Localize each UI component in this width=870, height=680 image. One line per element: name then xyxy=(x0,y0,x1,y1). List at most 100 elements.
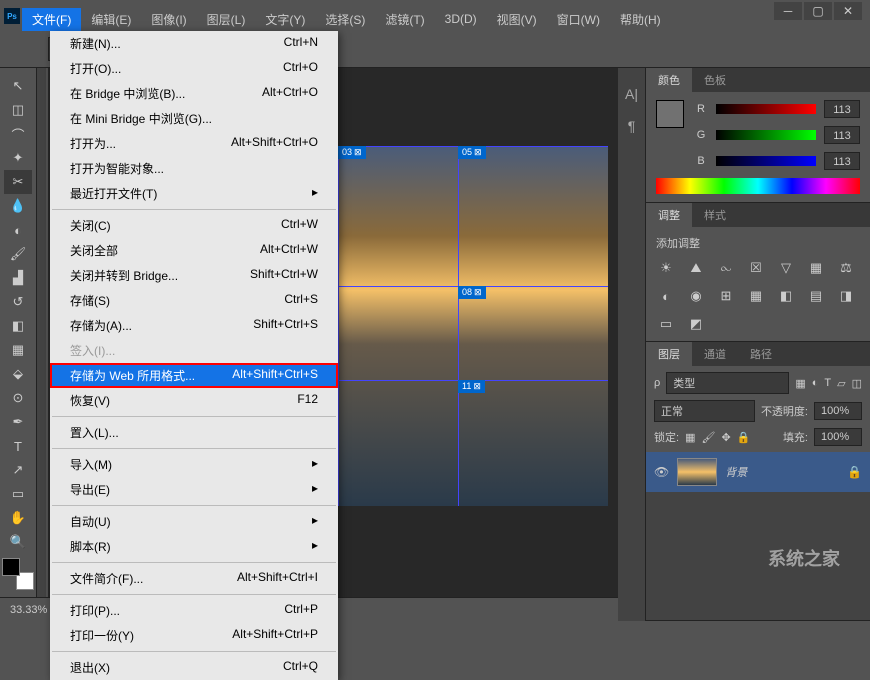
lock-transparency-icon[interactable]: ▦ xyxy=(685,431,695,444)
r-value[interactable]: 113 xyxy=(824,100,860,118)
tab-styles[interactable]: 样式 xyxy=(692,203,738,227)
menu-4[interactable]: 文字(Y) xyxy=(255,8,315,31)
menu-item[interactable]: 打印一份(Y)Alt+Shift+Ctrl+P xyxy=(50,623,338,648)
heal-tool[interactable]: ◐ xyxy=(4,218,32,242)
selective-color-icon[interactable]: ◩ xyxy=(686,315,706,333)
shape-tool[interactable]: ▭ xyxy=(4,482,32,506)
color-lookup-icon[interactable]: ▦ xyxy=(746,287,766,305)
menu-item[interactable]: 关闭全部Alt+Ctrl+W xyxy=(50,238,338,263)
path-select-tool[interactable]: ↗ xyxy=(4,458,32,482)
lock-pixels-icon[interactable]: 🖌 xyxy=(701,431,715,444)
menu-item[interactable]: 打印(P)...Ctrl+P xyxy=(50,598,338,623)
pen-tool[interactable]: ✒ xyxy=(4,410,32,434)
eraser-tool[interactable]: ◧ xyxy=(4,314,32,338)
menu-item[interactable]: 存储(S)Ctrl+S xyxy=(50,288,338,313)
menu-6[interactable]: 滤镜(T) xyxy=(375,8,434,31)
filter-pixel-icon[interactable]: ▦ xyxy=(795,377,805,390)
gradient-tool[interactable]: ▦ xyxy=(4,338,32,362)
menu-item[interactable]: 最近打开文件(T)▸ xyxy=(50,181,338,206)
tab-swatches[interactable]: 色板 xyxy=(692,68,738,92)
color-swatches[interactable] xyxy=(2,558,34,590)
menu-item[interactable]: 在 Bridge 中浏览(B)...Alt+Ctrl+O xyxy=(50,81,338,106)
menu-item[interactable]: 导入(M)▸ xyxy=(50,452,338,477)
eyedropper-tool[interactable]: 💧 xyxy=(4,194,32,218)
lasso-tool[interactable]: ⌒ xyxy=(4,122,32,146)
menu-item[interactable]: 退出(X)Ctrl+Q xyxy=(50,655,338,680)
fg-color-swatch[interactable] xyxy=(2,558,20,576)
close-button[interactable]: ✕ xyxy=(834,2,862,20)
brush-tool[interactable]: 🖌 xyxy=(4,242,32,266)
marquee-tool[interactable]: ◫ xyxy=(4,98,32,122)
move-tool[interactable]: ↖ xyxy=(4,74,32,98)
lock-position-icon[interactable]: ✥ xyxy=(721,431,730,444)
levels-icon[interactable]: ⛰ xyxy=(686,259,706,277)
menu-item[interactable]: 置入(L)... xyxy=(50,420,338,445)
quick-select-tool[interactable]: ✦ xyxy=(4,146,32,170)
hue-icon[interactable]: ▦ xyxy=(806,259,826,277)
layer-row[interactable]: 👁 背景 🔒 xyxy=(646,452,870,492)
type-tool[interactable]: T xyxy=(4,434,32,458)
menu-item[interactable]: 打开(O)...Ctrl+O xyxy=(50,56,338,81)
opacity-value[interactable]: 100% xyxy=(814,402,862,420)
current-color-swatch[interactable] xyxy=(656,100,684,128)
exposure-icon[interactable]: ☒ xyxy=(746,259,766,277)
filter-shape-icon[interactable]: ▱ xyxy=(837,377,845,390)
tab-adjustments[interactable]: 调整 xyxy=(646,203,692,227)
lock-all-icon[interactable]: 🔒 xyxy=(737,431,751,444)
slice-badge[interactable]: 11 ⊠ xyxy=(458,380,485,393)
b-slider[interactable] xyxy=(716,156,816,166)
maximize-button[interactable]: ▢ xyxy=(804,2,832,20)
menu-item[interactable]: 新建(N)...Ctrl+N xyxy=(50,31,338,56)
blend-mode-select[interactable]: 正常 xyxy=(654,400,755,422)
layer-thumbnail[interactable] xyxy=(677,458,717,486)
menu-item[interactable]: 自动(U)▸ xyxy=(50,509,338,534)
curves-icon[interactable]: ⧜ xyxy=(716,259,736,277)
slice-badge[interactable]: 03 ⊠ xyxy=(338,146,366,159)
hand-tool[interactable]: ✋ xyxy=(4,506,32,530)
menu-item[interactable]: 脚本(R)▸ xyxy=(50,534,338,559)
bw-icon[interactable]: ◐ xyxy=(656,287,676,305)
menu-item[interactable]: 文件简介(F)...Alt+Shift+Ctrl+I xyxy=(50,566,338,591)
menu-item[interactable]: 存储为 Web 所用格式...Alt+Shift+Ctrl+S xyxy=(50,363,338,388)
posterize-icon[interactable]: ▤ xyxy=(806,287,826,305)
menu-item[interactable]: 在 Mini Bridge 中浏览(G)... xyxy=(50,106,338,131)
slice-badge[interactable]: 08 ⊠ xyxy=(458,286,486,299)
menu-7[interactable]: 3D(D) xyxy=(435,9,487,29)
r-slider[interactable] xyxy=(716,104,816,114)
brightness-icon[interactable]: ☀ xyxy=(656,259,676,277)
blur-tool[interactable]: ⬙ xyxy=(4,362,32,386)
channel-mixer-icon[interactable]: ⊞ xyxy=(716,287,736,305)
fill-value[interactable]: 100% xyxy=(814,428,862,446)
tab-color[interactable]: 颜色 xyxy=(646,68,692,92)
g-value[interactable]: 113 xyxy=(824,126,860,144)
minimize-button[interactable]: ─ xyxy=(774,2,802,20)
character-panel-icon[interactable]: A| xyxy=(625,86,638,102)
menu-item[interactable]: 打开为...Alt+Shift+Ctrl+O xyxy=(50,131,338,156)
layer-filter-select[interactable]: 类型 xyxy=(666,372,789,394)
threshold-icon[interactable]: ◨ xyxy=(836,287,856,305)
menu-0[interactable]: 文件(F) xyxy=(22,8,81,31)
menu-item[interactable]: 导出(E)▸ xyxy=(50,477,338,502)
filter-adjust-icon[interactable]: ◐ xyxy=(812,377,819,389)
menu-3[interactable]: 图层(L) xyxy=(197,8,256,31)
tab-channels[interactable]: 通道 xyxy=(692,342,738,366)
history-brush-tool[interactable]: ↺ xyxy=(4,290,32,314)
document-canvas[interactable]: 03 ⊠ 05 ⊠ 08 ⊠ 11 ⊠ xyxy=(338,146,608,506)
tab-paths[interactable]: 路径 xyxy=(738,342,784,366)
layer-name-label[interactable]: 背景 xyxy=(725,464,839,480)
dodge-tool[interactable]: ⊙ xyxy=(4,386,32,410)
tab-layers[interactable]: 图层 xyxy=(646,342,692,366)
menu-9[interactable]: 窗口(W) xyxy=(547,8,610,31)
crop-tool[interactable]: ✂ xyxy=(4,170,32,194)
paragraph-panel-icon[interactable]: ¶ xyxy=(628,118,636,134)
color-spectrum[interactable] xyxy=(656,178,860,194)
color-balance-icon[interactable]: ⚖ xyxy=(836,259,856,277)
slice-badge[interactable]: 05 ⊠ xyxy=(458,146,486,159)
menu-item[interactable]: 关闭并转到 Bridge...Shift+Ctrl+W xyxy=(50,263,338,288)
invert-icon[interactable]: ◧ xyxy=(776,287,796,305)
zoom-level[interactable]: 33.33% xyxy=(10,604,47,616)
zoom-tool[interactable]: 🔍 xyxy=(4,530,32,554)
menu-item[interactable]: 打开为智能对象... xyxy=(50,156,338,181)
vibrance-icon[interactable]: ▽ xyxy=(776,259,796,277)
stamp-tool[interactable]: ▟ xyxy=(4,266,32,290)
